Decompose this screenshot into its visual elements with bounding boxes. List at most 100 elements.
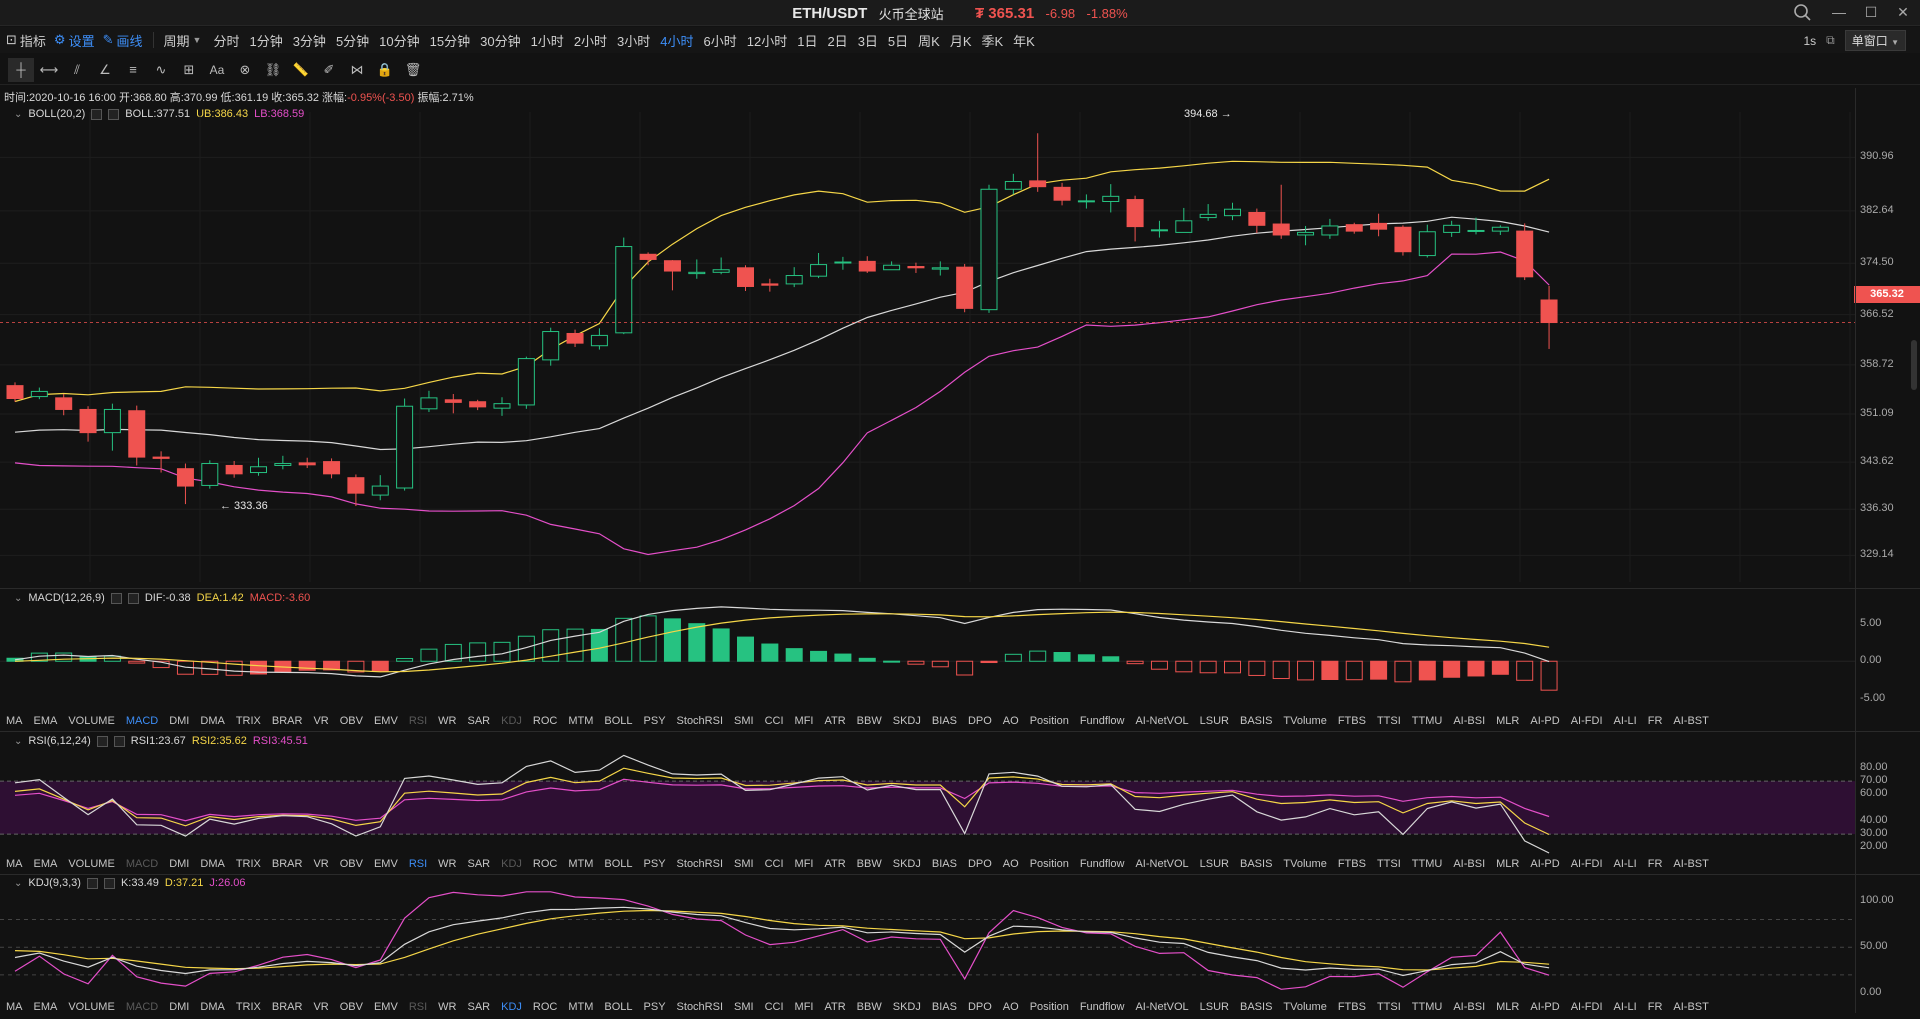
indicator-tab[interactable]: MFI [795, 1001, 814, 1013]
indicator-tab[interactable]: DMI [169, 1001, 189, 1013]
indicator-tab[interactable]: WR [438, 715, 456, 727]
indicator-tab[interactable]: RSI [409, 858, 427, 870]
indicator-tab[interactable]: Position [1030, 715, 1069, 727]
indicator-tab[interactable]: SMI [734, 1001, 754, 1013]
indicator-tab[interactable]: TRIX [236, 858, 261, 870]
ruler-icon[interactable]: 📏 [288, 58, 314, 82]
indicator-tab[interactable]: AI-FDI [1571, 858, 1603, 870]
indicator-tab[interactable]: AI-NetVOL [1135, 1001, 1188, 1013]
indicator-tab[interactable]: Position [1030, 858, 1069, 870]
indicator-tab[interactable]: SMI [734, 858, 754, 870]
indicator-tab[interactable]: BOLL [604, 1001, 632, 1013]
collapse-icon[interactable]: ⌄ [14, 878, 22, 889]
indicator-tab[interactable]: BRAR [272, 858, 303, 870]
indicator-tab[interactable]: MFI [795, 858, 814, 870]
rsi-chart[interactable] [0, 748, 1855, 858]
indicator-tab[interactable]: FR [1648, 715, 1663, 727]
kdj-chart[interactable] [0, 890, 1855, 998]
visibility-toggle[interactable] [86, 877, 98, 889]
indicator-tab[interactable]: BASIS [1240, 1001, 1272, 1013]
indicator-tab[interactable]: SMI [734, 715, 754, 727]
indicator-tab[interactable]: AI-BSI [1453, 858, 1485, 870]
indicator-tab[interactable]: TTSI [1377, 858, 1401, 870]
period-dropdown[interactable]: 周期 ▼ [164, 31, 202, 50]
period-option[interactable]: 3日 [858, 31, 878, 50]
period-option[interactable]: 1分钟 [249, 31, 282, 50]
indicator-tab[interactable]: ROC [533, 1001, 557, 1013]
indicator-tab[interactable]: SKDJ [893, 1001, 921, 1013]
period-option[interactable]: 周K [918, 31, 940, 50]
indicator-tab[interactable]: MA [6, 1001, 23, 1013]
indicator-tab[interactable]: TTSI [1377, 715, 1401, 727]
close-indicator-icon[interactable] [103, 877, 115, 889]
indicator-tab[interactable]: SAR [467, 715, 490, 727]
indicator-tab[interactable]: WR [438, 1001, 456, 1013]
indicator-tab[interactable]: OBV [340, 1001, 363, 1013]
indicator-tab[interactable]: EMV [374, 1001, 398, 1013]
maximize-icon[interactable]: ☐ [1862, 2, 1880, 22]
period-option[interactable]: 5分钟 [336, 31, 369, 50]
indicator-tab[interactable]: BRAR [272, 715, 303, 727]
indicator-tab[interactable]: MLR [1496, 1001, 1519, 1013]
close-indicator-icon[interactable] [127, 592, 139, 604]
parallel-lines-icon[interactable]: ≡ [120, 58, 146, 82]
period-option[interactable]: 3小时 [617, 31, 650, 50]
indicator-tab[interactable]: ROC [533, 715, 557, 727]
trash-icon[interactable]: 🗑 [400, 58, 426, 82]
indicator-tab[interactable]: MTM [568, 858, 593, 870]
indicator-tab[interactable]: EMV [374, 858, 398, 870]
indicator-tab[interactable]: DMI [169, 715, 189, 727]
period-option[interactable]: 6小时 [704, 31, 737, 50]
indicator-tab[interactable]: ATR [824, 858, 845, 870]
indicator-tab[interactable]: CCI [765, 715, 784, 727]
period-option[interactable]: 2日 [827, 31, 847, 50]
period-option[interactable]: 2小时 [574, 31, 607, 50]
horizontal-line-icon[interactable]: ⟷ [36, 58, 62, 82]
indicator-tab[interactable]: VOLUME [68, 1001, 114, 1013]
indicator-tab[interactable]: KDJ [501, 715, 522, 727]
indicator-tab[interactable]: AO [1003, 1001, 1019, 1013]
indicator-tab[interactable]: BIAS [932, 858, 957, 870]
close-indicator-icon[interactable] [113, 735, 125, 747]
indicator-tab[interactable]: Fundflow [1080, 715, 1125, 727]
indicator-tab[interactable]: AI-FDI [1571, 1001, 1603, 1013]
window-icon[interactable]: ⧉ [1826, 33, 1835, 48]
indicator-tab[interactable]: DMA [200, 715, 224, 727]
indicator-tab[interactable]: FTBS [1338, 858, 1366, 870]
period-option[interactable]: 分时 [213, 31, 239, 50]
indicator-tab[interactable]: AI-PD [1530, 715, 1559, 727]
wave-icon[interactable]: ∿ [148, 58, 174, 82]
indicator-tab[interactable]: AI-LI [1614, 858, 1637, 870]
indicator-tab[interactable]: BASIS [1240, 715, 1272, 727]
period-option[interactable]: 5日 [888, 31, 908, 50]
indicator-tab[interactable]: SAR [467, 858, 490, 870]
indicator-tab[interactable]: ATR [824, 715, 845, 727]
period-option[interactable]: 10分钟 [379, 31, 419, 50]
collapse-icon[interactable]: ⌄ [14, 593, 22, 604]
indicator-tab[interactable]: ROC [533, 858, 557, 870]
settings-button[interactable]: ⚙ 设置 [54, 31, 95, 50]
indicator-tab[interactable]: Position [1030, 1001, 1069, 1013]
minimize-icon[interactable]: — [1830, 2, 1848, 22]
indicator-tab[interactable]: TRIX [236, 1001, 261, 1013]
indicator-tab[interactable]: BBW [857, 1001, 882, 1013]
indicator-tab[interactable]: MLR [1496, 858, 1519, 870]
indicator-tab[interactable]: MFI [795, 715, 814, 727]
indicator-tab[interactable]: KDJ [501, 1001, 522, 1013]
lock-icon[interactable]: 🔒 [372, 58, 398, 82]
period-option[interactable]: 3分钟 [293, 31, 326, 50]
period-option[interactable]: 12小时 [747, 31, 787, 50]
indicator-tab[interactable]: MA [6, 715, 23, 727]
indicator-tab[interactable]: WR [438, 858, 456, 870]
period-option[interactable]: 30分钟 [480, 31, 520, 50]
indicator-tab[interactable]: TVolume [1283, 1001, 1326, 1013]
crosshair-icon[interactable]: ┼ [8, 57, 34, 82]
indicator-tab[interactable]: AI-PD [1530, 1001, 1559, 1013]
indicator-tab[interactable]: MTM [568, 715, 593, 727]
indicator-tab[interactable]: DMI [169, 858, 189, 870]
period-option[interactable]: 年K [1013, 31, 1035, 50]
indicator-tab[interactable]: MLR [1496, 715, 1519, 727]
indicator-tab[interactable]: ATR [824, 1001, 845, 1013]
indicator-tab[interactable]: DPO [968, 715, 992, 727]
indicator-tab[interactable]: FTBS [1338, 1001, 1366, 1013]
